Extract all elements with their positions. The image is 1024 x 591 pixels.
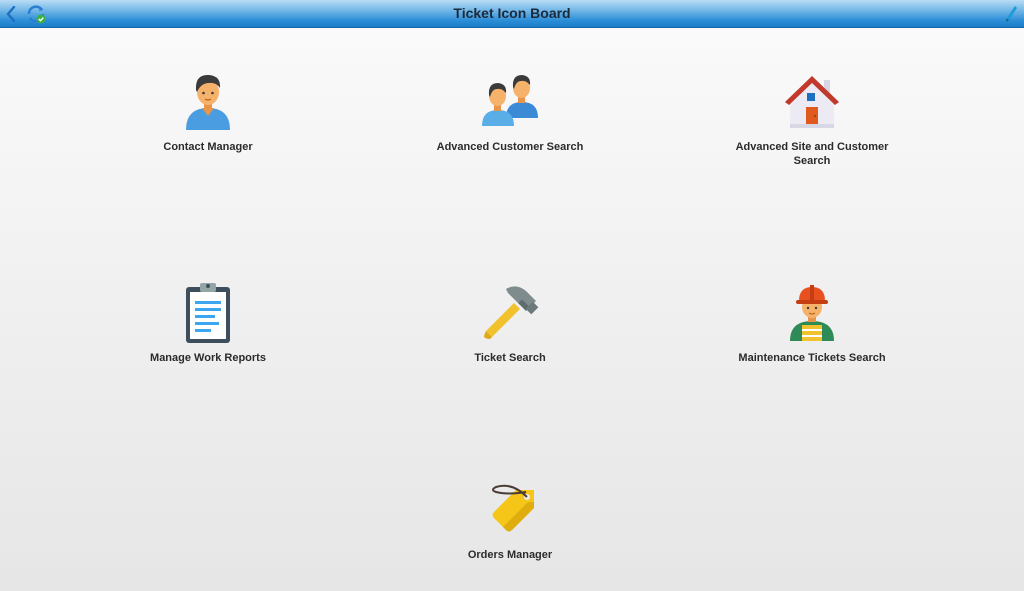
clipboard-icon — [186, 283, 230, 343]
tile-contact-manager[interactable]: Contact Manager — [123, 70, 293, 154]
tile-label: Advanced Site and Customer Search — [735, 141, 889, 167]
edit-button[interactable] — [1002, 2, 1020, 26]
tile-manage-work-reports[interactable]: Manage Work Reports — [123, 281, 293, 365]
tile-maintenance-tickets-search[interactable]: Maintenance Tickets Search — [727, 281, 897, 365]
title-bar: Ticket Icon Board — [0, 0, 1024, 28]
window-title: Ticket Icon Board — [453, 5, 571, 21]
tile-label: Ticket Search — [474, 352, 546, 364]
tile-label: Maintenance Tickets Search — [738, 352, 886, 364]
person-icon — [186, 74, 230, 130]
tile-orders-manager[interactable]: Orders Manager — [425, 478, 595, 562]
tile-advanced-site-customer-search[interactable]: Advanced Site and Customer Search — [727, 70, 897, 168]
worker-icon — [790, 285, 834, 341]
house-icon — [785, 76, 839, 128]
tile-label: Advanced Customer Search — [436, 141, 584, 153]
tile-advanced-customer-search[interactable]: Advanced Customer Search — [425, 70, 595, 154]
people-icon — [482, 75, 538, 126]
tile-label: Contact Manager — [163, 141, 253, 153]
hammer-icon — [484, 286, 539, 339]
tile-ticket-search[interactable]: Ticket Search — [425, 281, 595, 365]
pencil-icon — [1006, 6, 1017, 22]
tile-label: Manage Work Reports — [150, 352, 266, 364]
tag-icon — [492, 484, 534, 532]
tile-label: Orders Manager — [467, 549, 553, 561]
